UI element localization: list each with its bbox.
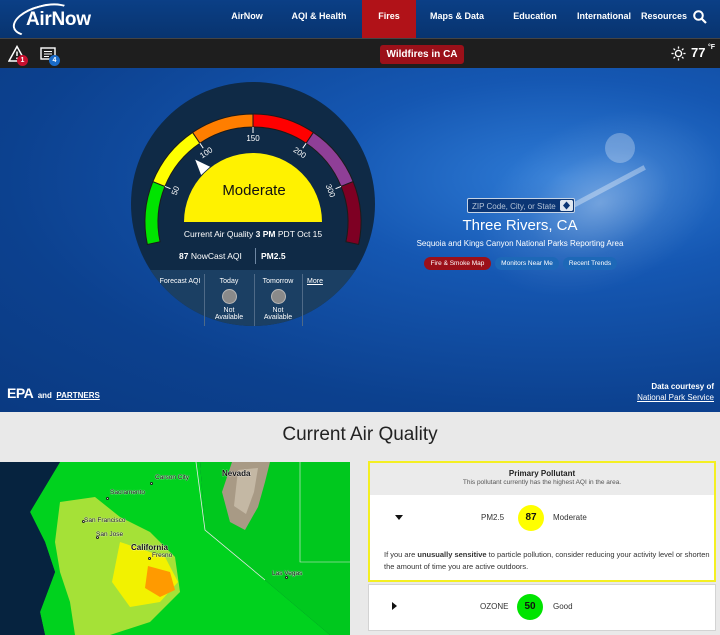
map-canvas xyxy=(0,462,350,635)
gauge-tick-label: 150 xyxy=(246,134,260,143)
secondary-pollutant-name: OZONE xyxy=(480,602,509,611)
reporting-area: Sequoia and Kings Canyon National Parks … xyxy=(416,239,624,248)
nav-item-international[interactable]: International xyxy=(574,0,634,38)
primary-aqi-badge: 87 xyxy=(518,505,544,531)
alerts-count-badge: 1 xyxy=(17,55,28,66)
nav-item-education[interactable]: Education xyxy=(508,0,562,38)
secondary-aqi-category: Good xyxy=(553,602,573,611)
nav-item-resources[interactable]: Resources xyxy=(640,0,688,38)
forecast-tomorrow[interactable]: Tomorrow Not Available xyxy=(257,278,299,321)
alert-bar: 1 4 Wildfires in CA 77 °F xyxy=(0,38,720,68)
top-nav: AirNow AirNow AQI & Health Fires Maps & … xyxy=(0,0,720,43)
recent-trends-button[interactable]: Recent Trends xyxy=(563,257,617,270)
news-count-badge: 4 xyxy=(49,55,60,66)
gauge-tick-label: 100 xyxy=(198,145,215,160)
health-advice: If you are unusually sensitive to partic… xyxy=(384,550,710,571)
temperature-value: 77 xyxy=(691,45,706,60)
sun-icon xyxy=(671,46,686,61)
nav-item-aqi-health[interactable]: AQI & Health xyxy=(286,0,352,38)
aqi-status: Moderate xyxy=(222,182,286,199)
primary-pollutant-header: Primary Pollutant This pollutant current… xyxy=(370,463,714,495)
air-quality-map[interactable]: Carson City Sacramento San Francisco San… xyxy=(0,462,350,635)
gauge-tick xyxy=(302,142,307,149)
map-label-nevada: Nevada xyxy=(222,469,251,478)
gauge-tick-label: 50 xyxy=(170,184,182,196)
primary-pollutant-subtitle: This pollutant currently has the highest… xyxy=(462,479,622,486)
gauge-tick-label: 200 xyxy=(292,145,309,160)
gauge-divider xyxy=(255,248,256,264)
nav-item-airnow[interactable]: AirNow xyxy=(222,0,272,38)
gauge-tick xyxy=(335,185,342,190)
gauge-band xyxy=(305,131,354,188)
courtesy-label: Data courtesy of xyxy=(651,382,714,391)
forecast-separator xyxy=(204,274,205,326)
city-marker xyxy=(106,497,109,500)
epa-mark[interactable]: EPA xyxy=(7,385,34,401)
forecast-tomorrow-value: Not xyxy=(272,307,284,314)
secondary-pollutant-row[interactable]: OZONE 50 Good xyxy=(368,584,716,631)
epa-and: and xyxy=(37,391,52,400)
fire-smoke-map-button[interactable]: Fire & Smoke Map xyxy=(424,257,491,270)
primary-pollutant-name: PM2.5 xyxy=(481,513,505,522)
primary-pollutant-panel: Primary Pollutant This pollutant current… xyxy=(368,461,716,582)
gauge-tick xyxy=(199,142,204,149)
nav-item-maps-data[interactable]: Maps & Data xyxy=(428,0,486,38)
data-courtesy: Data courtesy of National Park Service xyxy=(620,381,714,403)
airnow-logo[interactable]: AirNow xyxy=(8,0,91,43)
city-marker xyxy=(150,482,153,485)
gauge-band xyxy=(191,113,254,144)
section-title: Current Air Quality xyxy=(282,424,438,445)
partners-link[interactable]: PARTNERS xyxy=(56,391,99,400)
aqi-gauge-arc: 50 100 150 200 300 xyxy=(144,113,362,246)
forecast-tomorrow-label: Tomorrow xyxy=(262,278,294,285)
forecast-tomorrow-dot xyxy=(270,289,286,304)
expand-caret-icon[interactable] xyxy=(392,602,397,610)
forecast-today-value: Not xyxy=(223,307,235,314)
locate-me-icon[interactable] xyxy=(560,200,573,211)
sun-flare-orb xyxy=(605,133,635,163)
secondary-aqi-badge: 50 xyxy=(517,594,543,620)
location-city: Three Rivers, CA xyxy=(462,217,578,234)
wildfires-button[interactable]: Wildfires in CA xyxy=(380,45,464,64)
gauge-pollutant: PM2.5 xyxy=(261,251,286,261)
map-label-california: California xyxy=(131,543,168,552)
gauge-band xyxy=(252,113,315,144)
gauge-tick xyxy=(164,185,171,190)
courtesy-source-link[interactable]: National Park Service xyxy=(620,392,714,403)
nowcast-aqi: 87 NowCast AQI xyxy=(179,251,242,261)
current-air-quality-line: Current Air Quality 3 PM PDT Oct 15 xyxy=(183,229,323,239)
map-label-san-francisco: San Francisco xyxy=(84,517,126,524)
forecast-more-link[interactable]: More xyxy=(303,278,327,285)
city-marker xyxy=(148,557,151,560)
nav-item-fires[interactable]: Fires xyxy=(362,0,416,38)
forecast-label: Forecast AQI xyxy=(159,278,201,285)
forecast-today-dot xyxy=(221,289,237,304)
monitors-near-me-button[interactable]: Monitors Near Me xyxy=(495,257,559,270)
map-label-carson-city: Carson City xyxy=(155,474,189,481)
forecast-today[interactable]: Today Not Available xyxy=(207,278,251,321)
temperature-unit: °F xyxy=(708,44,716,51)
forecast-today-value-2: Available xyxy=(214,314,244,321)
epa-partners-logo: EPA and PARTNERS xyxy=(7,385,100,403)
map-label-san-jose: San Jose xyxy=(96,531,124,538)
map-label-fresno: Fresno xyxy=(152,552,173,559)
forecast-today-label: Today xyxy=(219,278,239,285)
forecast-tomorrow-value-2: Available xyxy=(263,314,293,321)
forecast-separator xyxy=(254,274,255,326)
primary-aqi-category: Moderate xyxy=(553,513,587,522)
location-search xyxy=(467,198,575,213)
map-label-las-vegas: Las Vegas xyxy=(272,570,303,577)
collapse-caret-icon[interactable] xyxy=(395,515,403,520)
location-search-input[interactable] xyxy=(472,200,558,212)
gauge-band xyxy=(152,131,201,188)
primary-pollutant-title: Primary Pollutant xyxy=(508,469,576,478)
logo-text: AirNow xyxy=(26,9,91,30)
map-label-sacramento: Sacramento xyxy=(110,489,146,496)
page-root: AirNow AirNow AQI & Health Fires Maps & … xyxy=(0,0,720,635)
search-icon[interactable] xyxy=(693,10,707,24)
gauge-tick-label: 300 xyxy=(324,183,338,199)
